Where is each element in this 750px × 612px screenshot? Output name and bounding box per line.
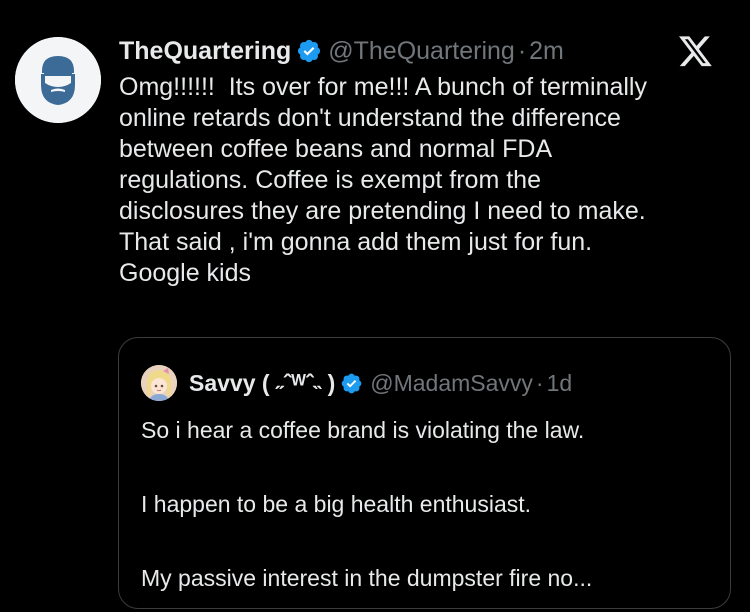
quoted-author-handle[interactable]: @MadamSavvy <box>370 366 533 400</box>
quoted-tweet[interactable]: Savvy ( ˶ˆᵂˆ˵ ) @MadamSavvy · 1d So i he… <box>118 337 731 609</box>
author-avatar[interactable] <box>15 37 101 123</box>
x-logo-icon[interactable] <box>679 36 713 68</box>
quoted-tweet-header: Savvy ( ˶ˆᵂˆ˵ ) @MadamSavvy · 1d <box>189 366 572 400</box>
bearded-man-icon <box>15 37 101 123</box>
quoted-tweet-timestamp[interactable]: 1d <box>547 366 573 400</box>
author-display-name[interactable]: TheQuartering <box>119 34 291 68</box>
tweet-card: TheQuartering @TheQuartering · 2m Omg!!!… <box>0 0 750 612</box>
quoted-text-line: So i hear a coffee brand is violating th… <box>141 417 585 443</box>
quoted-text-line: I happen to be a big health enthusiast. <box>141 491 532 517</box>
tweet-timestamp[interactable]: 2m <box>529 34 564 68</box>
author-handle[interactable]: @TheQuartering <box>328 34 515 68</box>
tweet-text: Omg!!!!!! Its over for me!!! A bunch of … <box>119 73 647 287</box>
verified-badge-icon <box>341 373 362 393</box>
header-separator: · <box>517 37 527 65</box>
tweet-header: TheQuartering @TheQuartering · 2m <box>119 34 564 68</box>
quoted-tweet-text: So i hear a coffee brand is violating th… <box>141 412 716 597</box>
verified-badge-icon <box>298 39 321 63</box>
quoted-header-separator: · <box>535 370 544 396</box>
quoted-author-display-name[interactable]: Savvy ( ˶ˆᵂˆ˵ ) <box>189 366 335 400</box>
anime-girl-avatar-icon <box>141 365 177 401</box>
quoted-text-line: My passive interest in the dumpster fire… <box>141 565 593 591</box>
quoted-author-avatar[interactable] <box>141 365 177 401</box>
